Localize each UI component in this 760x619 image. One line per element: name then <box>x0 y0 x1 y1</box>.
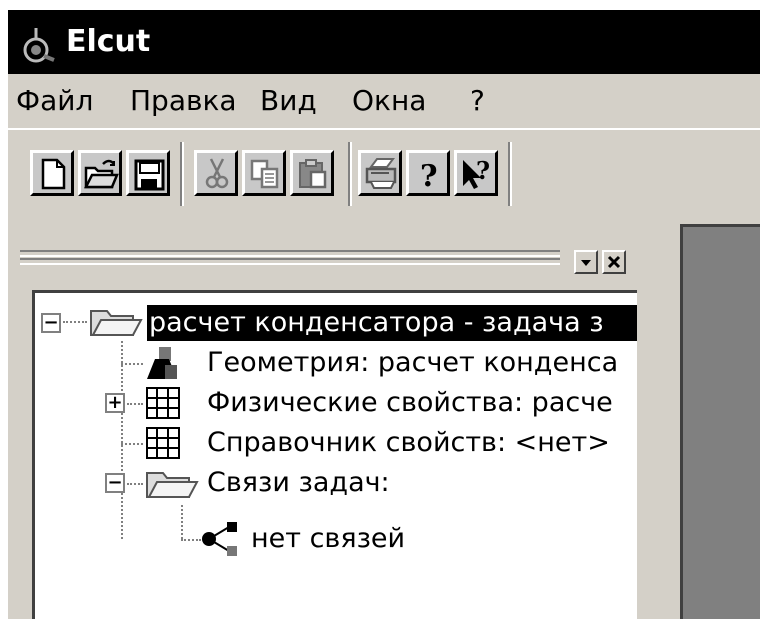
cut-button[interactable] <box>194 150 238 196</box>
panel-menu-button[interactable] <box>574 250 598 274</box>
tree-item-geometry[interactable]: Геометрия: расчет конденса <box>207 345 618 381</box>
table-icon <box>146 387 180 419</box>
menu-edit[interactable]: Правка <box>130 84 237 118</box>
tree-connector <box>63 321 87 323</box>
window-title: Elcut <box>66 24 151 59</box>
collapse-toggle[interactable]: − <box>105 473 125 493</box>
tree-connector <box>181 505 183 539</box>
application-window: Elcut Файл Правка Вид Окна ? ? ? − расче… <box>8 10 760 619</box>
tree-connector <box>121 341 123 539</box>
geometry-icon <box>147 347 177 379</box>
save-icon <box>134 159 165 191</box>
save-button[interactable] <box>126 150 170 196</box>
menu-help[interactable]: ? <box>470 84 485 118</box>
tree-item-no-links[interactable]: нет связей <box>251 521 405 557</box>
table-icon <box>146 427 180 459</box>
context-help-icon: ? <box>463 156 490 189</box>
paste-icon <box>299 159 327 189</box>
mdi-client-area[interactable] <box>680 224 760 619</box>
tree-connector <box>127 403 143 405</box>
toolbar-separator <box>348 142 352 206</box>
link-icon <box>202 522 237 556</box>
tree-connector <box>121 443 143 445</box>
tree-item-task-links[interactable]: Связи задач: <box>207 465 390 501</box>
dropdown-arrow-icon <box>581 260 591 266</box>
folder-open-icon <box>146 472 199 498</box>
tree-connector <box>127 483 143 485</box>
toolbar-separator <box>180 142 184 206</box>
project-panel: − расчет конденсатора - задача з Геометр… <box>8 220 668 619</box>
paste-button[interactable] <box>290 150 334 196</box>
folder-open-icon <box>90 310 143 336</box>
menu-bar: Файл Правка Вид Окна ? <box>8 74 760 126</box>
workspace <box>668 220 760 619</box>
svg-text:?: ? <box>420 159 438 193</box>
tree-connector <box>181 539 201 541</box>
tree-item-root[interactable]: расчет конденсатора - задача з <box>149 305 604 341</box>
menu-view[interactable]: Вид <box>260 84 317 118</box>
toolbar-separator <box>508 142 512 206</box>
print-icon <box>365 158 397 189</box>
copy-icon <box>250 159 279 189</box>
title-bar[interactable]: Elcut <box>8 10 760 74</box>
svg-text:?: ? <box>476 156 490 185</box>
project-tree: − расчет конденсатора - задача з Геометр… <box>32 290 637 619</box>
help-icon: ? <box>420 159 438 193</box>
close-icon <box>607 255 621 269</box>
new-button[interactable] <box>30 150 74 196</box>
panel-grip[interactable] <box>20 250 560 257</box>
help-button[interactable]: ? <box>406 150 450 196</box>
cut-icon <box>205 158 229 189</box>
elcut-app-icon[interactable] <box>18 24 58 64</box>
panel-grip[interactable] <box>20 258 560 265</box>
context-help-button[interactable]: ? <box>454 150 498 196</box>
new-icon <box>41 158 66 190</box>
open-icon <box>83 159 119 189</box>
collapse-toggle[interactable]: − <box>41 313 61 333</box>
menu-file[interactable]: Файл <box>16 84 93 118</box>
expand-toggle[interactable]: + <box>105 393 125 413</box>
toolbar: ? ? <box>8 128 760 230</box>
print-button[interactable] <box>358 150 402 196</box>
open-button[interactable] <box>78 150 122 196</box>
copy-button[interactable] <box>242 150 286 196</box>
tree-connector <box>121 363 143 365</box>
menu-windows[interactable]: Окна <box>352 84 426 118</box>
panel-close-button[interactable] <box>602 250 626 274</box>
tree-item-properties-library[interactable]: Справочник свойств: <нет> <box>207 425 610 461</box>
tree-item-physical-properties[interactable]: Физические свойства: расче <box>207 385 613 421</box>
